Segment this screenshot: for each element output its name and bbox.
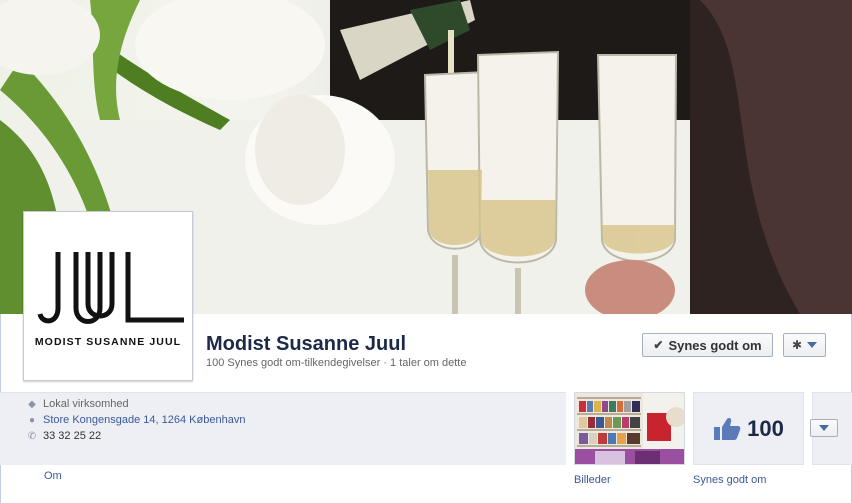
category-text: Lokal virksomhed bbox=[43, 398, 129, 410]
more-apps-button[interactable] bbox=[810, 419, 838, 437]
profile-picture[interactable]: MODIST SUSANNE JUUL bbox=[23, 211, 193, 381]
likes-label[interactable]: Synes godt om bbox=[693, 474, 766, 486]
page-title: Modist Susanne Juul bbox=[206, 333, 407, 355]
photos-app-tile[interactable] bbox=[574, 392, 685, 465]
category-row: ◆ Lokal virksomhed bbox=[27, 398, 129, 410]
phone-row: ✆ 33 32 25 22 bbox=[27, 430, 101, 442]
phone-icon: ✆ bbox=[27, 430, 37, 442]
photos-thumbnail bbox=[575, 393, 684, 464]
address-row[interactable]: ● Store Kongensgade 14, 1264 København bbox=[27, 414, 245, 426]
like-button[interactable]: ✔ Synes godt om bbox=[642, 333, 773, 357]
logo-caption: MODIST SUSANNE JUUL bbox=[34, 336, 182, 348]
photos-label[interactable]: Billeder bbox=[574, 474, 611, 486]
thumbs-up-icon bbox=[714, 417, 741, 440]
juul-logo-icon bbox=[37, 252, 184, 324]
likes-count: 100 bbox=[747, 415, 784, 441]
gear-icon: ✱ bbox=[791, 338, 803, 352]
page-subtitle[interactable]: 100 Synes godt om-tilkendegivelser · 1 t… bbox=[206, 357, 466, 369]
chevron-down-icon bbox=[819, 425, 829, 431]
phone-text: 33 32 25 22 bbox=[43, 430, 102, 442]
settings-dropdown-button[interactable]: ✱ bbox=[783, 333, 826, 357]
about-link[interactable]: Om bbox=[44, 470, 62, 482]
chevron-down-icon bbox=[807, 342, 818, 348]
like-button-label: Synes godt om bbox=[668, 337, 762, 353]
address-link[interactable]: Store Kongensgade 14, 1264 København bbox=[43, 414, 245, 426]
tag-icon: ◆ bbox=[28, 398, 36, 410]
check-icon: ✔ bbox=[653, 338, 664, 352]
likes-app-tile[interactable]: 100 bbox=[693, 392, 804, 465]
map-pin-icon: ● bbox=[28, 414, 36, 426]
logo: MODIST SUSANNE JUUL bbox=[28, 216, 188, 376]
